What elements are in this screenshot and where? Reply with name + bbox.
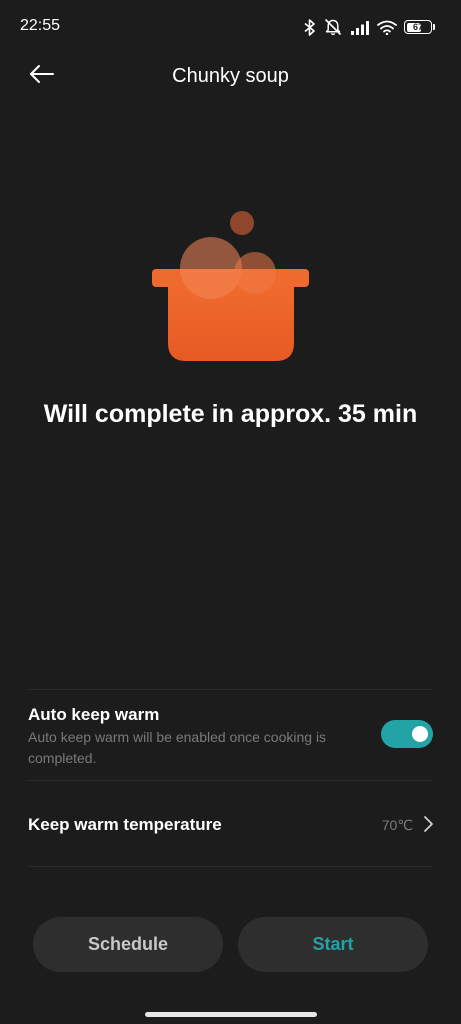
completion-time-text: Will complete in approx. 35 min — [43, 400, 418, 428]
auto-keep-warm-toggle[interactable] — [381, 720, 433, 748]
home-indicator[interactable] — [145, 1012, 317, 1017]
status-icons: 67 — [304, 17, 435, 37]
battery-tip — [433, 24, 435, 30]
signal-icon — [350, 20, 370, 35]
auto-keep-warm-description: Auto keep warm will be enabled once cook… — [28, 729, 327, 766]
auto-keep-warm-row: Auto keep warm Auto keep warm will be en… — [0, 690, 461, 780]
divider — [28, 866, 433, 867]
mute-icon — [323, 18, 343, 36]
auto-keep-warm-title: Auto keep warm — [28, 705, 160, 724]
battery-percent: 67 — [412, 21, 423, 32]
schedule-button[interactable]: Schedule — [33, 917, 223, 972]
status-time: 22:55 — [20, 17, 61, 34]
header: Chunky soup — [0, 52, 461, 100]
start-button[interactable]: Start — [238, 917, 428, 972]
wifi-icon — [377, 20, 397, 35]
keep-warm-temperature-value: 70℃ — [381, 817, 413, 833]
keep-warm-temperature-title: Keep warm temperature — [28, 815, 222, 834]
bluetooth-icon — [304, 18, 316, 36]
cooking-pot-icon — [145, 205, 315, 370]
keep-warm-temperature-row[interactable]: Keep warm temperature 70℃ — [0, 781, 461, 866]
page-title: Chunky soup — [172, 65, 289, 87]
toggle-knob — [412, 726, 428, 742]
status-bar: 22:55 67 — [0, 0, 461, 52]
battery-icon: 67 — [404, 20, 432, 34]
chevron-right-icon — [421, 814, 435, 834]
